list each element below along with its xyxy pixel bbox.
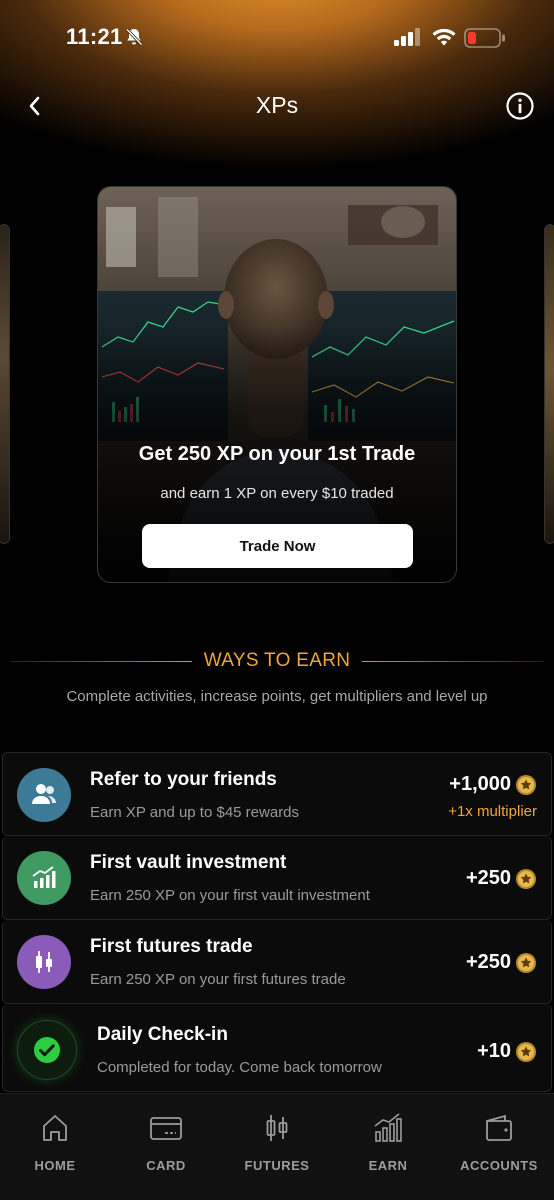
- earn-item-title: Daily Check-in: [97, 1024, 228, 1045]
- section-description: Complete activities, increase points, ge…: [66, 688, 488, 705]
- promo-title: Get 250 XP on your 1st Trade: [138, 443, 416, 465]
- carousel-card-previous[interactable]: [0, 224, 10, 544]
- xp-coin-icon: [516, 869, 536, 889]
- bell-muted-icon: [125, 28, 143, 46]
- status-time: 11:21: [66, 24, 123, 49]
- check-circle-icon: [17, 1020, 77, 1080]
- trade-now-button[interactable]: Trade Now: [142, 524, 413, 568]
- info-icon[interactable]: [505, 91, 535, 121]
- battery-low-icon: [464, 28, 505, 48]
- tab-label: HOME: [34, 1158, 76, 1173]
- tab-futures[interactable]: FUTURES: [227, 1112, 327, 1173]
- earn-item-vault[interactable]: First vault investment Earn 250 XP on yo…: [2, 836, 552, 920]
- earn-item-title: First futures trade: [90, 936, 253, 957]
- tab-label: ACCOUNTS: [460, 1158, 538, 1173]
- earn-item-points: +1,000: [449, 773, 511, 795]
- earn-item-description: Earn XP and up to $45 rewards: [90, 804, 300, 821]
- promo-card[interactable]: Get 250 XP on your 1st Trade and earn 1 …: [97, 186, 457, 583]
- carousel-card-next[interactable]: [544, 224, 554, 544]
- candlestick-icon: [17, 935, 71, 989]
- tab-card[interactable]: CARD: [116, 1112, 216, 1173]
- divider-right: [362, 661, 544, 662]
- chart-up-icon: [17, 851, 71, 905]
- bottom-tab-bar: HOME CARD FUTURES EARN ACCOUNTS: [0, 1093, 554, 1200]
- ways-to-earn-header: WAYS TO EARN: [0, 648, 554, 676]
- app-header: XPs: [0, 80, 554, 132]
- earn-item-description: Earn 250 XP on your first futures trade: [90, 971, 346, 988]
- xp-coin-icon: [516, 1042, 536, 1062]
- wifi-icon: [432, 28, 456, 46]
- earn-item-points: +10: [477, 1040, 511, 1062]
- friends-icon: [17, 768, 71, 822]
- earn-item-points: +250: [465, 867, 511, 889]
- multiplier-label: +1x multiplier: [448, 803, 537, 820]
- status-bar: 11:21: [0, 0, 554, 74]
- earn-item-points: +250: [465, 951, 511, 973]
- tab-home[interactable]: HOME: [5, 1112, 105, 1173]
- xp-coin-icon: [516, 953, 536, 973]
- earn-item-refer[interactable]: Refer to your friends Earn XP and up to …: [2, 752, 552, 836]
- earn-list: Refer to your friends Earn XP and up to …: [2, 752, 552, 1092]
- tab-accounts[interactable]: ACCOUNTS: [449, 1112, 549, 1173]
- futures-icon: [266, 1115, 288, 1141]
- earn-item-daily-checkin[interactable]: Daily Check-in Completed for today. Come…: [2, 1004, 552, 1092]
- earn-item-title: Refer to your friends: [90, 769, 277, 790]
- promo-subtitle: and earn 1 XP on every $10 traded: [160, 485, 394, 502]
- home-icon: [43, 1115, 67, 1141]
- signal-icon: [394, 28, 420, 46]
- tab-label: CARD: [146, 1158, 186, 1173]
- earn-item-title: First vault investment: [90, 852, 287, 873]
- wallet-icon: [486, 1114, 512, 1141]
- card-icon: [150, 1117, 182, 1140]
- tab-label: EARN: [368, 1158, 408, 1173]
- earn-icon: [374, 1113, 402, 1142]
- tab-earn[interactable]: EARN: [338, 1112, 438, 1173]
- earn-item-futures[interactable]: First futures trade Earn 250 XP on your …: [2, 920, 552, 1004]
- earn-item-description: Completed for today. Come back tomorrow: [97, 1059, 382, 1076]
- tab-label: FUTURES: [244, 1158, 310, 1173]
- promo-overlay: [98, 187, 456, 582]
- page-title: XPs: [255, 92, 299, 118]
- earn-item-description: Earn 250 XP on your first vault investme…: [90, 887, 370, 904]
- xp-coin-icon: [516, 775, 536, 795]
